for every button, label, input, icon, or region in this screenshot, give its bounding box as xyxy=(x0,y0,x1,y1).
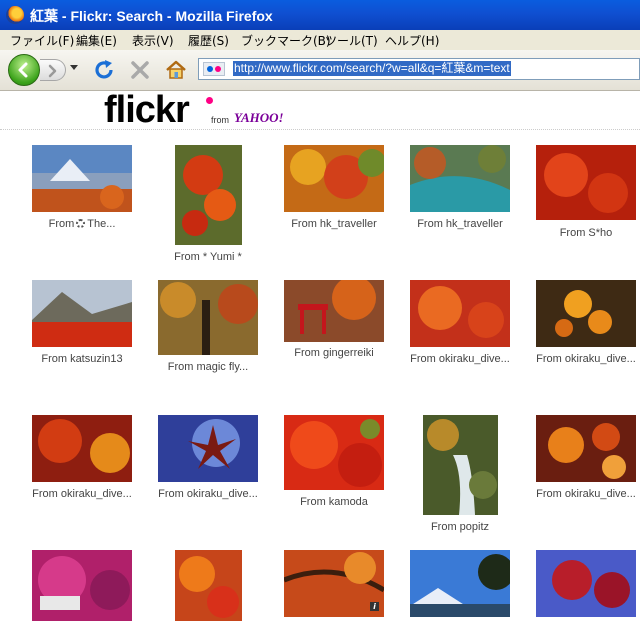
photo-caption[interactable]: From hk_traveller xyxy=(284,218,384,230)
menu-bar: ファイル(F) 編集(E) 表示(V) 履歴(S) ブックマーク(B) ツール(… xyxy=(0,30,640,51)
url-text[interactable]: http://www.flickr.com/search/?w=all&q=紅葉… xyxy=(233,61,511,76)
photo-caption[interactable]: From okiraku_dive... xyxy=(32,488,132,500)
photo-caption[interactable]: From popitz xyxy=(410,521,510,533)
history-dropdown-icon[interactable] xyxy=(70,65,78,70)
photo-thumbnail[interactable] xyxy=(423,415,498,515)
header-divider xyxy=(0,129,640,130)
menu-edit[interactable]: 編集(E) xyxy=(76,32,117,49)
photo-caption[interactable]: From S*ho xyxy=(536,227,636,239)
photo-thumbnail[interactable] xyxy=(536,415,636,482)
photo-caption[interactable]: From magic fly... xyxy=(158,361,258,373)
yahoo-logo: YAHOO! xyxy=(234,110,284,125)
photo-caption[interactable]: From gingerreiki xyxy=(284,347,384,359)
photo-caption[interactable]: From katsuzin13 xyxy=(32,353,132,365)
flickr-favicon-icon xyxy=(203,62,225,76)
photo-caption[interactable]: From okiraku_dive... xyxy=(536,488,636,500)
photo-thumbnail[interactable] xyxy=(175,145,242,245)
info-icon[interactable]: i xyxy=(370,602,379,611)
photo-thumbnail[interactable] xyxy=(32,550,132,621)
back-button[interactable] xyxy=(8,54,40,86)
url-bar[interactable]: http://www.flickr.com/search/?w=all&q=紅葉… xyxy=(198,58,640,80)
photo-thumbnail[interactable] xyxy=(284,550,384,617)
photo-thumbnail[interactable] xyxy=(32,280,132,347)
photo-caption[interactable]: From * Yumi * xyxy=(158,251,258,263)
photo-caption[interactable]: From okiraku_dive... xyxy=(536,353,636,365)
firefox-icon xyxy=(6,6,24,24)
photo-thumbnail[interactable] xyxy=(410,280,510,347)
photo-caption[interactable]: From hk_traveller xyxy=(410,218,510,230)
menu-tools[interactable]: ツール(T) xyxy=(325,32,378,49)
stop-icon[interactable] xyxy=(128,58,152,82)
photo-thumbnail[interactable] xyxy=(536,280,636,347)
logo-from: from xyxy=(211,115,229,125)
menu-bookmarks[interactable]: ブックマーク(B) xyxy=(241,32,331,49)
photo-thumbnail[interactable] xyxy=(410,145,510,212)
photo-thumbnail[interactable] xyxy=(32,415,132,482)
photo-thumbnail[interactable] xyxy=(284,145,384,212)
photo-caption[interactable]: From okiraku_dive... xyxy=(410,353,510,365)
photo-thumbnail[interactable] xyxy=(158,415,258,482)
menu-help[interactable]: ヘルプ(H) xyxy=(385,32,439,49)
gear-icon xyxy=(76,219,86,228)
photo-thumbnail[interactable] xyxy=(410,550,510,617)
photo-thumbnail[interactable] xyxy=(284,415,384,490)
photo-thumbnail[interactable] xyxy=(284,280,384,342)
photo-caption[interactable]: From The... xyxy=(32,218,132,230)
photo-thumbnail[interactable] xyxy=(158,280,258,355)
photo-thumbnail[interactable] xyxy=(536,145,636,220)
flickr-dot-icon xyxy=(206,97,213,104)
window-title: 紅葉 - Flickr: Search - Mozilla Firefox xyxy=(30,8,273,24)
photo-thumbnail[interactable] xyxy=(32,145,132,212)
forward-button[interactable] xyxy=(40,59,66,81)
flickr-wordmark: flickr xyxy=(104,91,190,131)
title-bar: 紅葉 - Flickr: Search - Mozilla Firefox xyxy=(0,0,640,30)
forward-arrow-icon xyxy=(48,64,57,78)
photo-caption[interactable]: From kamoda xyxy=(284,496,384,508)
photo-thumbnail[interactable] xyxy=(536,550,636,617)
reload-icon[interactable] xyxy=(92,58,116,82)
menu-history[interactable]: 履歴(S) xyxy=(188,32,229,49)
home-icon[interactable] xyxy=(164,58,188,82)
back-arrow-icon xyxy=(18,62,28,78)
menu-view[interactable]: 表示(V) xyxy=(132,32,174,49)
menu-file[interactable]: ファイル(F) xyxy=(10,32,74,49)
photo-caption[interactable]: From okiraku_dive... xyxy=(158,488,258,500)
photo-thumbnail[interactable] xyxy=(175,550,242,621)
